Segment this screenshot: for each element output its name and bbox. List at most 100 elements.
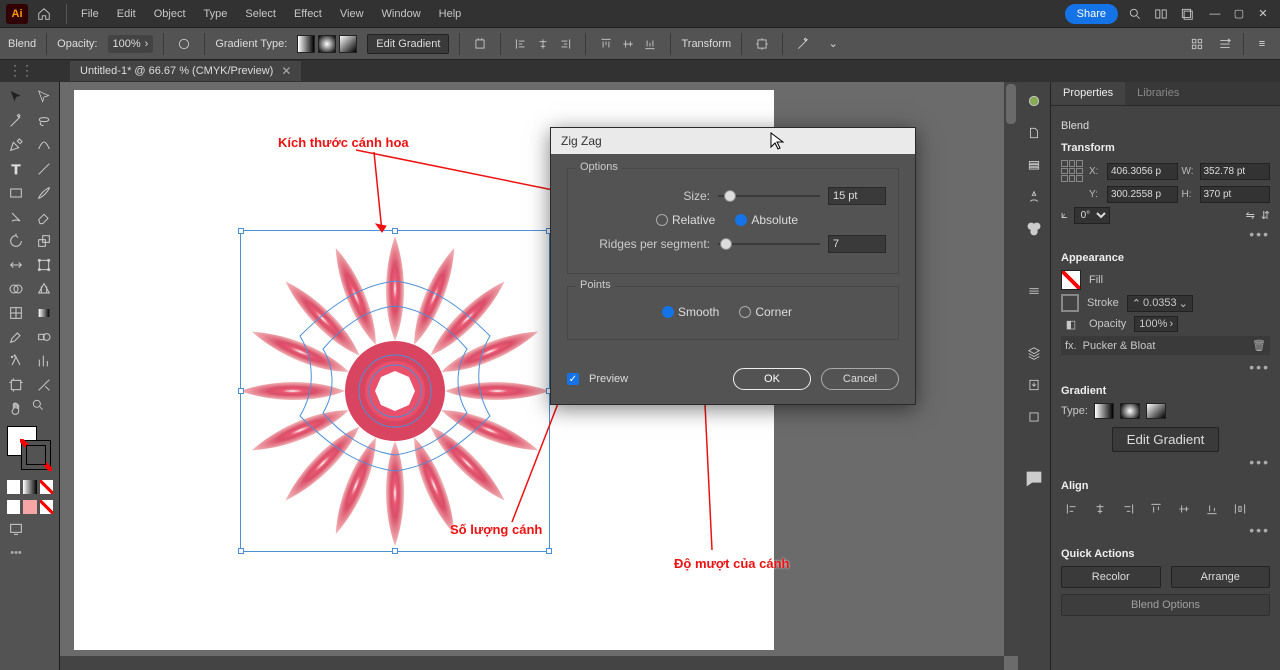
transform-label[interactable]: Transform xyxy=(681,38,731,50)
symbol-sprayer-tool-icon[interactable] xyxy=(3,350,29,372)
stroke-chip[interactable] xyxy=(1061,294,1079,312)
align-left-icon[interactable] xyxy=(511,34,531,54)
minimize-icon[interactable]: — xyxy=(1204,5,1226,23)
grad-linear-swatch[interactable] xyxy=(1094,403,1114,419)
x-input[interactable] xyxy=(1107,163,1178,180)
linear-gradient-swatch[interactable] xyxy=(297,35,315,53)
blend-options-button[interactable]: Blend Options xyxy=(1061,594,1270,616)
symbols-panel-icon[interactable] xyxy=(1023,186,1045,208)
grid-icon[interactable] xyxy=(1187,34,1207,54)
opacity-input[interactable]: 100%› xyxy=(1134,316,1178,332)
menu-edit[interactable]: Edit xyxy=(109,4,144,24)
menu-type[interactable]: Type xyxy=(196,4,236,24)
paintbrush-tool-icon[interactable] xyxy=(31,182,57,204)
opacity-field[interactable]: 100%› xyxy=(108,35,154,53)
rectangle-tool-icon[interactable] xyxy=(3,182,29,204)
chevron-down-icon[interactable]: ⌄ xyxy=(823,34,843,54)
size-slider[interactable] xyxy=(718,189,820,203)
trash-icon[interactable]: 🗑 xyxy=(1252,339,1266,352)
fx-row[interactable]: fx. Pucker & Bloat 🗑 xyxy=(1061,336,1270,355)
flip-h-icon[interactable]: ⇋ xyxy=(1246,209,1255,222)
document-tab[interactable]: Untitled-1* @ 66.67 % (CMYK/Preview) ✕ xyxy=(70,61,301,81)
screen-mode-icon[interactable] xyxy=(3,518,29,540)
comments-panel-icon[interactable] xyxy=(1023,468,1045,490)
edit-gradient-button2[interactable]: Edit Gradient xyxy=(1112,427,1220,452)
color-panel-icon[interactable] xyxy=(1023,90,1045,112)
column-graph-tool-icon[interactable] xyxy=(31,350,57,372)
draw-inside[interactable] xyxy=(40,500,53,514)
vertical-scrollbar[interactable] xyxy=(1004,82,1018,656)
arrange-button[interactable]: Arrange xyxy=(1171,566,1271,588)
ridges-slider[interactable] xyxy=(718,237,820,251)
direct-selection-tool-icon[interactable] xyxy=(31,86,57,108)
wand-icon[interactable] xyxy=(793,34,813,54)
menu-help[interactable]: Help xyxy=(431,4,470,24)
stroke-weight[interactable]: ⌃0.0353⌄ xyxy=(1127,295,1193,312)
fill-stroke-indicator[interactable] xyxy=(3,426,57,476)
align-bottom-icon[interactable] xyxy=(640,34,660,54)
selection-tool-icon[interactable] xyxy=(3,86,29,108)
color-mode-gradient[interactable] xyxy=(23,480,36,494)
shaper-tool-icon[interactable] xyxy=(3,206,29,228)
menu-window[interactable]: Window xyxy=(374,4,429,24)
color-mode-none[interactable] xyxy=(40,480,53,494)
edit-gradient-button[interactable]: Edit Gradient xyxy=(367,34,449,54)
grad-radial-swatch[interactable] xyxy=(1120,403,1140,419)
search-icon[interactable] xyxy=(1126,5,1144,23)
artboard-tool-icon[interactable] xyxy=(3,374,29,396)
edit-toolbar-icon[interactable]: ••• xyxy=(3,542,29,564)
menu-view[interactable]: View xyxy=(332,4,372,24)
draw-normal[interactable] xyxy=(7,500,20,514)
preview-checkbox[interactable]: ✓ xyxy=(567,373,579,385)
tab-libraries[interactable]: Libraries xyxy=(1125,82,1191,105)
align-left-btn[interactable] xyxy=(1061,498,1083,520)
absolute-radio[interactable]: Absolute xyxy=(735,213,798,227)
workspace-icon[interactable] xyxy=(1152,5,1170,23)
layers-panel-icon[interactable] xyxy=(1023,342,1045,364)
swatches-panel-icon[interactable] xyxy=(1023,122,1045,144)
home-icon[interactable] xyxy=(34,4,54,24)
scale-tool-icon[interactable] xyxy=(31,230,57,252)
maximize-icon[interactable]: ▢ xyxy=(1228,5,1250,23)
draw-behind[interactable] xyxy=(23,500,36,514)
shape-builder-tool-icon[interactable] xyxy=(3,278,29,300)
h-input[interactable] xyxy=(1200,186,1271,203)
corner-radio[interactable]: Corner xyxy=(739,305,792,319)
recolor-button[interactable]: Recolor xyxy=(1061,566,1161,588)
menu-effect[interactable]: Effect xyxy=(286,4,330,24)
stroke-panel-icon[interactable] xyxy=(1023,280,1045,302)
clover-panel-icon[interactable] xyxy=(1023,218,1045,240)
tab-close-icon[interactable]: ✕ xyxy=(281,64,291,78)
gradient-more-icon[interactable]: ••• xyxy=(1061,454,1270,470)
curvature-tool-icon[interactable] xyxy=(31,134,57,156)
arrange-docs-icon[interactable] xyxy=(1178,5,1196,23)
distribute-h-btn[interactable] xyxy=(1229,498,1251,520)
width-tool-icon[interactable] xyxy=(3,254,29,276)
radial-gradient-swatch[interactable] xyxy=(318,35,336,53)
pen-tool-icon[interactable] xyxy=(3,134,29,156)
brushes-panel-icon[interactable] xyxy=(1023,154,1045,176)
align-vcenter-icon[interactable] xyxy=(618,34,638,54)
toolbox-grip[interactable]: ⋮⋮ xyxy=(8,62,32,79)
color-mode-color[interactable] xyxy=(7,480,20,494)
flip-v-icon[interactable]: ⇵ xyxy=(1261,209,1270,222)
freeform-gradient-swatch[interactable] xyxy=(339,35,357,53)
eyedropper-tool-icon[interactable] xyxy=(3,326,29,348)
perspective-grid-tool-icon[interactable] xyxy=(31,278,57,300)
snap-icon[interactable] xyxy=(1215,34,1235,54)
zoom-tool-icon[interactable] xyxy=(31,398,57,420)
horizontal-scrollbar[interactable] xyxy=(60,656,1004,670)
align-vcenter-btn[interactable] xyxy=(1173,498,1195,520)
angle-select[interactable]: 0° xyxy=(1074,207,1110,224)
rotate-tool-icon[interactable] xyxy=(3,230,29,252)
type-tool-icon[interactable] xyxy=(3,158,29,180)
cancel-button[interactable]: Cancel xyxy=(821,368,899,390)
dialog-titlebar[interactable]: Zig Zag xyxy=(551,128,915,154)
align-top-btn[interactable] xyxy=(1145,498,1167,520)
y-input[interactable] xyxy=(1107,186,1178,203)
ok-button[interactable]: OK xyxy=(733,368,811,390)
align-hcenter-btn[interactable] xyxy=(1089,498,1111,520)
size-input[interactable] xyxy=(828,187,886,205)
magic-wand-tool-icon[interactable] xyxy=(3,110,29,132)
grad-freeform-swatch[interactable] xyxy=(1146,403,1166,419)
